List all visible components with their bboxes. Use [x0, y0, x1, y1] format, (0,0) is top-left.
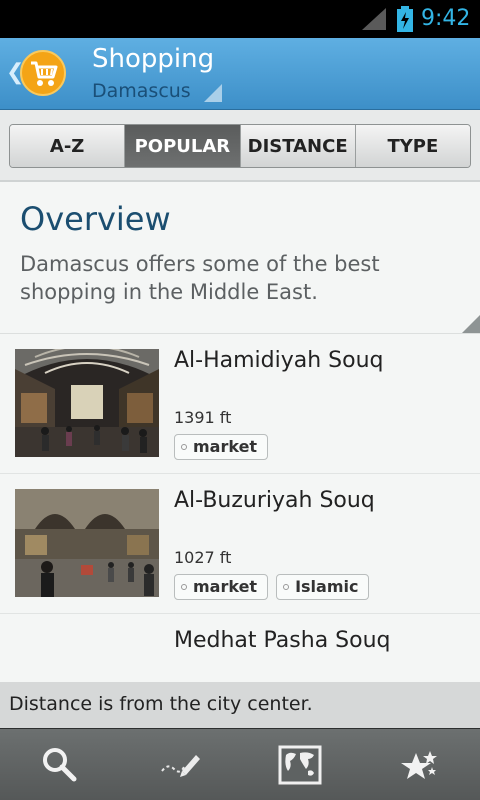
stars-icon	[401, 751, 437, 779]
place-distance: 1391 ft	[174, 408, 232, 427]
tag-label: Islamic	[295, 577, 359, 596]
tab-popular[interactable]: POPULAR	[125, 125, 241, 167]
tag-icon	[181, 584, 187, 590]
tag-list: market	[174, 434, 269, 460]
notes-pencil-icon	[161, 755, 200, 777]
expand-corner-icon	[462, 315, 480, 333]
tag-islamic[interactable]: Islamic	[276, 574, 370, 600]
sort-tabs: A-Z POPULAR DISTANCE TYPE	[9, 124, 471, 168]
dropdown-corner-icon[interactable]	[204, 84, 222, 102]
clock: 9:42	[421, 6, 471, 31]
page-title: Shopping	[92, 44, 215, 74]
overview-title: Overview	[20, 200, 171, 238]
tag-icon	[283, 584, 290, 590]
tag-label: market	[193, 437, 258, 456]
favorites-button[interactable]	[360, 729, 480, 800]
place-name: Al-Buzuriyah Souq	[174, 488, 375, 513]
sort-tabs-container: A-Z POPULAR DISTANCE TYPE	[0, 110, 480, 182]
place-photo	[15, 489, 159, 597]
bottom-toolbar	[0, 728, 480, 800]
list-item[interactable]: Al-Buzuriyah Souq 1027 ft market Islamic	[0, 474, 480, 614]
tag-list: market Islamic	[174, 574, 370, 600]
tab-type[interactable]: TYPE	[355, 125, 470, 167]
tag-market[interactable]: market	[174, 574, 269, 600]
place-name: Al-Hamidiyah Souq	[174, 348, 384, 373]
tag-market[interactable]: market	[174, 434, 269, 460]
search-icon	[43, 748, 77, 782]
notes-button[interactable]	[120, 729, 240, 800]
overview-text: Damascus offers some of the best shoppin…	[20, 252, 380, 304]
tab-a-z[interactable]: A-Z	[10, 125, 126, 167]
action-bar: ❮ Shopping Damascus	[0, 38, 480, 110]
world-map-icon	[278, 745, 322, 785]
status-bar: 9:42	[0, 0, 480, 38]
tag-label: market	[193, 577, 258, 596]
shopping-cart-icon[interactable]	[20, 50, 66, 96]
place-name: Medhat Pasha Souq	[174, 628, 391, 653]
search-button[interactable]	[0, 729, 120, 800]
place-distance: 1027 ft	[174, 548, 232, 567]
distance-note: Distance is from the city center.	[0, 682, 480, 728]
city-selector[interactable]: Damascus	[92, 80, 191, 102]
place-photo	[15, 349, 159, 457]
tag-icon	[181, 444, 187, 450]
battery-charging-icon	[397, 6, 413, 32]
tab-distance[interactable]: DISTANCE	[240, 125, 356, 167]
map-button[interactable]	[240, 729, 360, 800]
overview-section[interactable]: Overview Damascus offers some of the bes…	[0, 184, 480, 334]
list-item[interactable]: Medhat Pasha Souq	[0, 614, 480, 682]
list-item[interactable]: Al-Hamidiyah Souq 1391 ft market	[0, 334, 480, 474]
signal-icon	[362, 8, 386, 30]
